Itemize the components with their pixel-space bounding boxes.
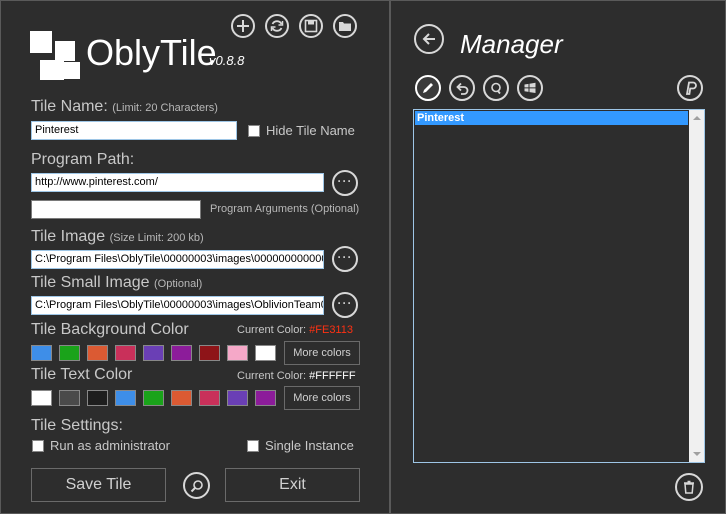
program-path-label: Program Path: [31, 151, 135, 168]
tile-small-image-label: Tile Small Image (Optional) [31, 274, 203, 291]
tile-image-hint: (Size Limit: 200 kb) [109, 232, 204, 244]
tile-settings-label: Tile Settings: [31, 417, 123, 434]
background-color-swatch[interactable] [59, 345, 80, 361]
save-tile-button[interactable]: Save Tile [31, 468, 166, 502]
list-item[interactable]: Pinterest [415, 111, 688, 125]
text-color-swatch[interactable] [59, 390, 80, 406]
list-scrollbar[interactable] [689, 110, 704, 462]
tile-background-color-label: Tile Background Color [31, 321, 189, 338]
edit-icon [423, 83, 433, 93]
save-button[interactable] [299, 14, 323, 38]
text-color-swatch[interactable] [199, 390, 220, 406]
run-as-admin-label: Run as administrator [50, 438, 170, 453]
browse-small-image-button[interactable]: ··· [332, 292, 358, 318]
text-color-swatch[interactable] [171, 390, 192, 406]
undo-button[interactable] [449, 75, 475, 101]
search-icon [190, 479, 203, 492]
save-icon [304, 19, 318, 33]
windows-button[interactable] [517, 75, 543, 101]
tile-image-input[interactable]: C:\Program Files\OblyTile\00000003\image… [31, 250, 324, 269]
background-color-swatch[interactable] [31, 345, 52, 361]
browse-tile-image-button[interactable]: ··· [332, 246, 358, 272]
browse-program-button[interactable]: ··· [332, 170, 358, 196]
tile-image-label: Tile Image (Size Limit: 200 kb) [31, 228, 204, 245]
oblytile-logo [30, 31, 82, 83]
program-arguments-label: Program Arguments (Optional) [210, 203, 360, 215]
donate-button[interactable] [677, 75, 703, 101]
hide-tile-name-label: Hide Tile Name [266, 123, 355, 138]
background-color-swatch[interactable] [171, 345, 192, 361]
app-title: OblyTile [86, 32, 217, 73]
trash-icon [684, 480, 694, 494]
tile-small-image-hint: (Optional) [154, 278, 203, 290]
refresh-button[interactable] [265, 14, 289, 38]
tile-list[interactable]: Pinterest [413, 109, 705, 463]
exit-button[interactable]: Exit [225, 468, 360, 502]
background-color-swatch[interactable] [199, 345, 220, 361]
tile-small-image-input[interactable]: C:\Program Files\OblyTile\00000003\image… [31, 296, 324, 315]
delete-tile-button[interactable] [675, 473, 703, 501]
text-color-swatch[interactable] [87, 390, 108, 406]
more-icon: ··· [337, 249, 353, 264]
open-folder-button[interactable] [333, 14, 357, 38]
tile-name-label: Tile Name: (Limit: 20 Characters) [31, 98, 218, 115]
text-current-color: Current Color: #FFFFFF [237, 370, 356, 382]
program-path-input[interactable]: http://www.pinterest.com/ [31, 173, 324, 192]
text-more-colors-button[interactable]: More colors [284, 386, 360, 410]
add-tile-button[interactable] [231, 14, 255, 38]
background-current-color-value: #FE3113 [309, 324, 353, 336]
undo-icon [456, 82, 469, 95]
program-arguments-input[interactable] [31, 200, 201, 219]
text-color-swatch[interactable] [227, 390, 248, 406]
manager-pane: Manager Pinterest [390, 0, 726, 514]
background-current-color: Current Color: #FE3113 [237, 324, 353, 336]
refresh-icon [270, 20, 284, 32]
single-instance-checkbox[interactable] [247, 440, 259, 452]
manager-title: Manager [460, 29, 563, 59]
back-button[interactable] [414, 24, 444, 54]
scroll-up-icon[interactable] [693, 116, 701, 120]
back-arrow-icon [422, 33, 435, 45]
tile-name-input[interactable]: Pinterest [31, 121, 237, 140]
folder-icon [339, 22, 351, 31]
background-color-swatch[interactable] [227, 345, 248, 361]
tile-editor-pane: OblyTile v0.8.8 Tile Name: (Limit: 20 Ch… [0, 0, 390, 514]
background-color-swatch[interactable] [255, 345, 276, 361]
background-color-swatch[interactable] [87, 345, 108, 361]
background-color-swatch[interactable] [143, 345, 164, 361]
background-more-colors-button[interactable]: More colors [284, 341, 360, 365]
paypal-icon [685, 81, 697, 95]
hide-tile-name-checkbox[interactable] [248, 125, 260, 137]
more-icon: ··· [337, 295, 353, 310]
background-color-swatch[interactable] [115, 345, 136, 361]
text-color-swatch[interactable] [31, 390, 52, 406]
edit-button[interactable] [415, 75, 441, 101]
scroll-down-icon[interactable] [693, 452, 701, 456]
text-color-swatch[interactable] [255, 390, 276, 406]
text-current-color-value: #FFFFFF [309, 370, 356, 382]
app-version: v0.8.8 [209, 53, 245, 68]
preview-button[interactable] [183, 472, 210, 499]
tile-text-color-label: Tile Text Color [31, 366, 133, 383]
text-color-swatch[interactable] [143, 390, 164, 406]
text-color-swatch[interactable] [115, 390, 136, 406]
tile-name-hint: (Limit: 20 Characters) [112, 102, 218, 114]
windows-icon [524, 82, 536, 93]
search-icon [491, 82, 501, 95]
more-icon: ··· [337, 173, 353, 188]
add-icon [237, 20, 249, 32]
run-as-admin-checkbox[interactable] [32, 440, 44, 452]
single-instance-label: Single Instance [265, 438, 354, 453]
search-button[interactable] [483, 75, 509, 101]
